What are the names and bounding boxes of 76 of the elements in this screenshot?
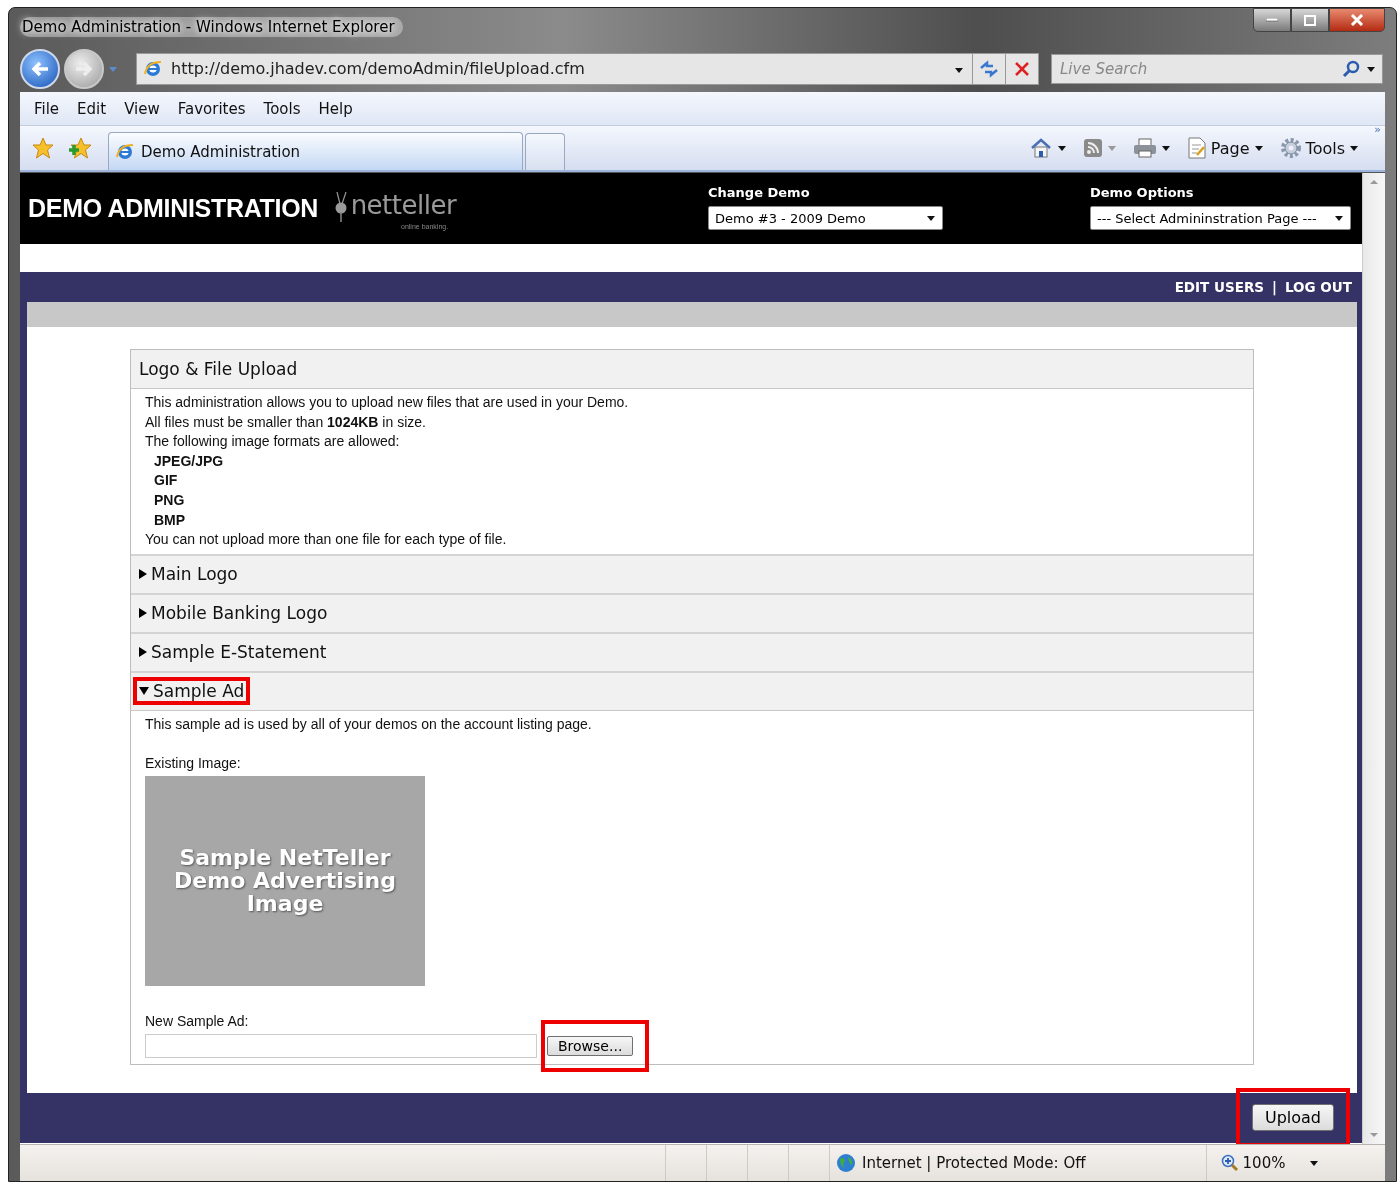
- menu-item[interactable]: File: [28, 97, 66, 120]
- print-icon[interactable]: [1132, 138, 1157, 158]
- admin-page-select[interactable]: --- Select Admininstration Page ---: [1090, 206, 1351, 230]
- link-separator: |: [1272, 279, 1277, 295]
- format-item: GIF: [153, 471, 179, 491]
- existing-image: Sample NetTeller Demo Advertising Image: [145, 775, 425, 986]
- section-toggle[interactable]: Sample Ad: [137, 681, 247, 702]
- caret-icon[interactable]: [1253, 144, 1264, 152]
- intro-text: The following image formats are allowed:: [145, 432, 401, 452]
- back-arrow-icon: [30, 59, 50, 78]
- search-icon[interactable]: [1342, 59, 1360, 78]
- caret-icon[interactable]: [1160, 144, 1171, 152]
- file-path-field[interactable]: [145, 1033, 537, 1058]
- maximize-icon: [1304, 14, 1316, 26]
- format-item: PNG: [153, 490, 186, 510]
- zoom-icon: [1220, 1154, 1239, 1172]
- caret-icon[interactable]: [1056, 144, 1067, 152]
- scroll-down-icon[interactable]: [1369, 1132, 1379, 1138]
- section-toggle[interactable]: Sample E-Statement: [137, 642, 329, 663]
- tools-menu-button[interactable]: Tools: [1275, 135, 1363, 161]
- menu-item[interactable]: Edit: [71, 97, 113, 120]
- section-description: This sample ad is used by all of your demos on the account listing page.: [145, 714, 593, 734]
- address-dropdown-icon[interactable]: [954, 66, 964, 74]
- feeds-icon[interactable]: [1082, 138, 1103, 158]
- nav-link[interactable]: LOG OUT: [1284, 279, 1352, 295]
- upload-note: You can not upload more than one file for each type of file.: [145, 530, 508, 550]
- search-dropdown-icon[interactable]: [1366, 64, 1376, 73]
- page-menu-button[interactable]: Page: [1182, 135, 1268, 161]
- back-button[interactable]: [20, 48, 60, 89]
- forward-arrow-icon: [74, 59, 94, 78]
- refresh-icon[interactable]: [979, 59, 999, 78]
- dropdown-arrow-icon[interactable]: [1334, 214, 1344, 222]
- globe-icon: [836, 1153, 856, 1173]
- nav-link[interactable]: EDIT USERS: [1174, 279, 1265, 295]
- site-title: DEMO ADMINISTRATION: [28, 194, 319, 223]
- close-icon: [1350, 14, 1364, 26]
- favorites-star-icon[interactable]: [32, 137, 54, 159]
- gear-icon: [1279, 137, 1302, 159]
- browse-button[interactable]: Browse...: [547, 1035, 634, 1056]
- scrollbar[interactable]: [1362, 173, 1385, 1144]
- caret-icon[interactable]: [1349, 144, 1359, 152]
- format-item: BMP: [153, 510, 187, 530]
- section-toggle[interactable]: Mobile Banking Logo: [137, 603, 330, 624]
- section-toggle[interactable]: Main Logo: [137, 564, 240, 585]
- address-field[interactable]: http://demo.jhadev.com/demoAdmin/fileUpload.cfm: [136, 52, 1039, 85]
- field-label: New Sample Ad:: [145, 1011, 250, 1031]
- minimize-button[interactable]: [1253, 8, 1291, 32]
- panel-title: Logo & File Upload: [131, 350, 1253, 389]
- intro-text: This administration allows you to upload new files that are used in your Demo.: [145, 393, 630, 412]
- change-demo-label: Change Demo: [708, 185, 811, 200]
- menu-item[interactable]: Help: [312, 97, 359, 120]
- zoom-dropdown-icon[interactable]: [1309, 1159, 1320, 1167]
- menu-item[interactable]: Tools: [257, 97, 307, 120]
- upload-button[interactable]: Upload: [1251, 1104, 1334, 1132]
- format-item: JPEG/JPG: [153, 451, 225, 471]
- field-label: Existing Image:: [145, 754, 242, 774]
- search-box[interactable]: Live Search: [1051, 53, 1383, 84]
- stop-icon[interactable]: [1014, 60, 1030, 77]
- maximize-button[interactable]: [1291, 8, 1329, 32]
- demo-options-label: Demo Options: [1090, 185, 1195, 200]
- forward-button[interactable]: [64, 48, 104, 89]
- minimize-icon: [1266, 18, 1278, 22]
- tab-page-icon: [115, 141, 135, 162]
- scroll-up-icon[interactable]: [1369, 179, 1379, 185]
- browser-tab[interactable]: Demo Administration: [108, 132, 523, 170]
- add-favorite-icon[interactable]: [68, 137, 92, 159]
- menu-item[interactable]: View: [118, 97, 166, 120]
- zoom-control[interactable]: 100%: [1206, 1145, 1334, 1181]
- dropdown-arrow-icon[interactable]: [926, 214, 936, 222]
- search-field[interactable]: Live Search: [1058, 58, 1336, 79]
- security-zone-text: Internet | Protected Mode: Off: [862, 1154, 1086, 1172]
- more-commands-button[interactable]: »: [1374, 123, 1381, 136]
- demo-select[interactable]: Demo #3 - 2009 Demo: [708, 206, 943, 230]
- close-button[interactable]: [1329, 8, 1385, 32]
- menu-item[interactable]: Favorites: [171, 97, 252, 120]
- intro-text: All files must be smaller than 1024KB in size.: [145, 412, 427, 432]
